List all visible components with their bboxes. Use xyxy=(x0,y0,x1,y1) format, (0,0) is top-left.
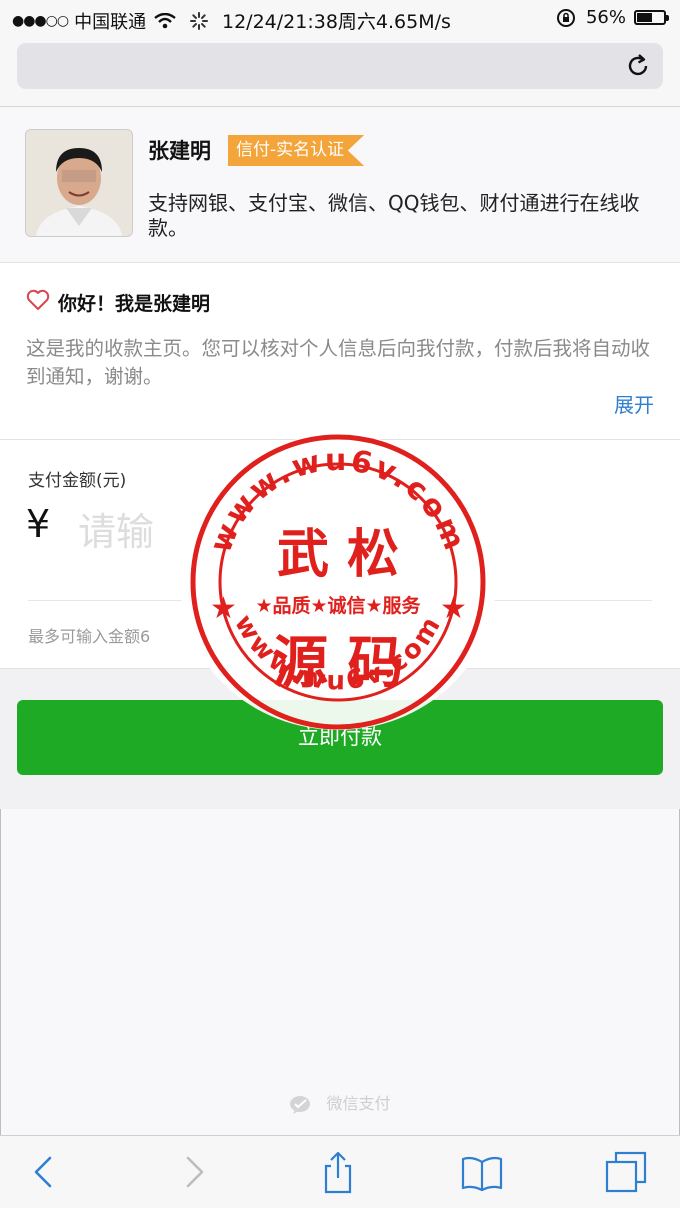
address-bar[interactable] xyxy=(17,43,663,89)
avatar xyxy=(25,129,133,237)
status-datetime: 12/24/21:38周六4.65M/s xyxy=(222,11,451,33)
rotation-lock-icon xyxy=(556,8,575,27)
browser-address-area xyxy=(0,38,680,107)
pay-now-button[interactable]: 立即付款 xyxy=(17,700,663,775)
back-icon[interactable] xyxy=(22,1150,66,1194)
brand-label: 微信支付 xyxy=(326,1094,391,1113)
battery-icon xyxy=(634,10,669,25)
payment-section: 支付金额(元) ¥ 最多可输入金额6 xyxy=(0,440,680,669)
amount-input[interactable] xyxy=(78,502,598,562)
carrier-name: 中国联通 xyxy=(74,12,147,33)
amount-limit-text: 最多可输入金额6 xyxy=(28,627,151,646)
wechat-pay-brand: 微信支付 xyxy=(0,1090,680,1115)
greeting-section: 你好！我是张建明 这是我的收款主页。您可以核对个人信息后向我付款，付款后我将自动… xyxy=(0,263,680,440)
greeting-title: 你好！我是张建明 xyxy=(58,293,211,315)
wifi-icon xyxy=(154,13,176,29)
wechat-pay-icon xyxy=(290,1095,311,1114)
forward-icon[interactable] xyxy=(172,1150,216,1194)
bookmarks-icon[interactable] xyxy=(460,1150,504,1194)
currency-symbol: ¥ xyxy=(26,502,51,546)
divider xyxy=(28,600,652,601)
status-right: 56% xyxy=(556,7,669,28)
status-bar: ●●●○○ 中国联通 12/24/21:38周六4.65M/s 56% xyxy=(0,0,680,38)
amount-label: 支付金额(元) xyxy=(28,471,127,491)
greeting-text: 这是我的收款主页。您可以核对个人信息后向我付款，付款后我将自动收到通知，谢谢。 xyxy=(26,337,651,388)
avatar-photo xyxy=(26,130,132,236)
share-icon[interactable] xyxy=(316,1150,360,1194)
heart-icon xyxy=(26,289,50,310)
profile-section: 张建明 信付-实名认证 支持网银、支付宝、微信、QQ钱包、财付通进行在线收款。 xyxy=(0,107,680,263)
verified-badge: 信付-实名认证 xyxy=(228,135,365,166)
battery-percent: 56% xyxy=(585,7,626,28)
profile-description: 支持网银、支付宝、微信、QQ钱包、财付通进行在线收款。 xyxy=(148,191,640,240)
profile-name: 张建明 xyxy=(148,139,211,163)
browser-toolbar xyxy=(0,1135,680,1208)
signal-strength: ●●●○○ xyxy=(12,13,69,29)
tabs-icon[interactable] xyxy=(604,1150,648,1194)
loading-spinner-icon xyxy=(190,12,209,30)
expand-link[interactable]: 展开 xyxy=(614,389,654,418)
reload-icon[interactable] xyxy=(625,53,651,79)
status-left: ●●●○○ 中国联通 xyxy=(12,8,209,34)
